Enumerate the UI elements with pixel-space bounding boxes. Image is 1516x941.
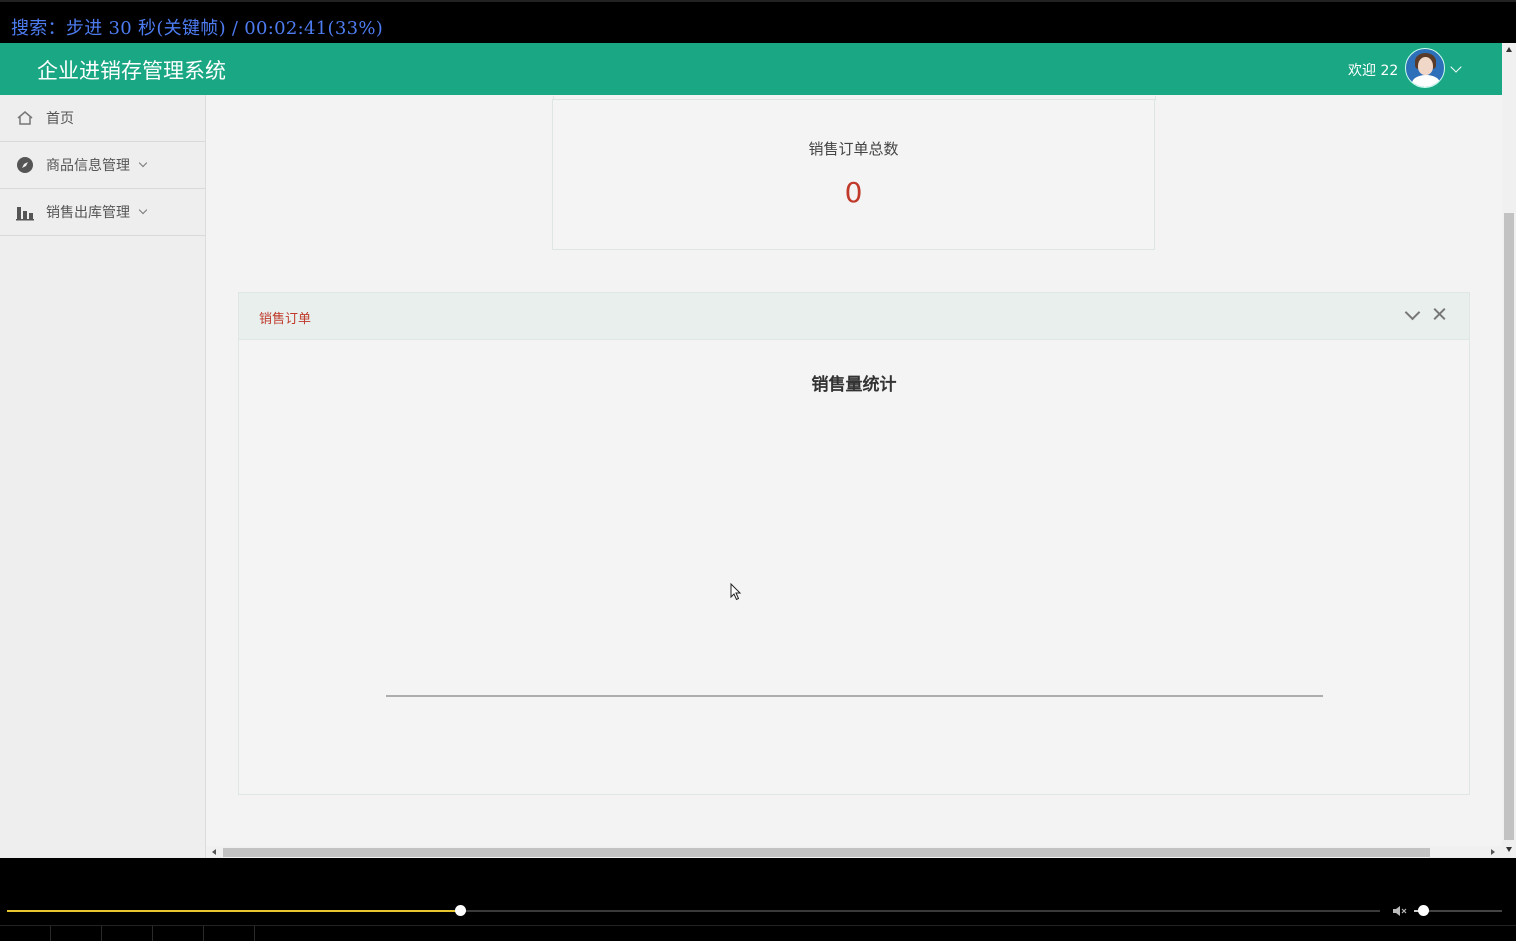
scrollbar-thumb[interactable]: [1504, 213, 1514, 840]
chevron-down-icon: [138, 158, 148, 168]
vertical-scrollbar[interactable]: [1502, 43, 1516, 858]
compass-icon: [16, 156, 34, 174]
stat-value: 0: [844, 176, 863, 209]
collapse-icon[interactable]: [1403, 306, 1421, 324]
welcome-text: 欢迎 22: [1348, 63, 1399, 79]
chevron-down-icon: [138, 205, 148, 215]
chevron-down-icon[interactable]: [1450, 61, 1462, 73]
sidebar-item-label: 商品信息管理: [46, 158, 130, 174]
bar-chart-icon: [16, 203, 34, 221]
scroll-right-icon[interactable]: [1491, 849, 1495, 855]
app-window: 企业进销存管理系统 欢迎 22 首页 商品信息管理 销售出库管理 销售订单总数 …: [0, 43, 1516, 858]
player-button[interactable]: [0, 926, 51, 941]
home-icon: [16, 109, 34, 127]
sidebar-item-sales[interactable]: 销售出库管理: [0, 189, 205, 236]
top-header: 企业进销存管理系统 欢迎 22: [0, 43, 1502, 95]
volume-icon[interactable]: [1392, 905, 1408, 917]
panel-header: 销售订单: [239, 293, 1469, 340]
scroll-down-icon[interactable]: [1506, 847, 1512, 852]
sales-order-panel: 销售订单 销售量统计: [238, 292, 1470, 795]
sidebar-item-label: 销售出库管理: [46, 205, 130, 221]
player-button[interactable]: [153, 926, 204, 941]
sales-chart: [386, 695, 1323, 697]
scroll-up-icon[interactable]: [1506, 47, 1512, 52]
seek-progress: [7, 910, 461, 912]
sales-order-count-card: 销售订单总数 0: [552, 96, 1156, 250]
horizontal-scrollbar[interactable]: [206, 846, 1502, 858]
panel-title: 销售订单: [259, 312, 312, 327]
player-button[interactable]: [102, 926, 153, 941]
player-button-row: [0, 925, 1516, 941]
seek-handle[interactable]: [455, 905, 467, 916]
scrollbar-thumb[interactable]: [223, 848, 1430, 857]
avatar[interactable]: [1405, 48, 1445, 88]
seek-bar[interactable]: [7, 905, 1380, 916]
main-content: 销售订单总数 0 销售订单 销售量统计: [206, 95, 1502, 847]
player-osd: 搜索：步进 30 秒(关键帧) / 00:02:41(33%): [0, 0, 1516, 43]
player-controls: [0, 858, 1516, 941]
close-icon[interactable]: [1431, 305, 1449, 323]
sidebar-item-home[interactable]: 首页: [0, 95, 205, 142]
volume-handle[interactable]: [1417, 905, 1429, 916]
osd-status-text: 搜索：步进 30 秒(关键帧) / 00:02:41(33%): [11, 18, 384, 39]
sidebar-item-products[interactable]: 商品信息管理: [0, 142, 205, 189]
player-button[interactable]: [51, 926, 102, 941]
sidebar: 首页 商品信息管理 销售出库管理: [0, 95, 206, 858]
player-button[interactable]: [204, 926, 255, 941]
stat-label: 销售订单总数: [808, 140, 899, 158]
scroll-left-icon[interactable]: [212, 849, 216, 855]
app-title: 企业进销存管理系统: [37, 59, 226, 83]
sidebar-item-label: 首页: [46, 111, 74, 127]
volume-slider[interactable]: [1414, 905, 1502, 916]
mouse-cursor-icon: [730, 583, 742, 601]
